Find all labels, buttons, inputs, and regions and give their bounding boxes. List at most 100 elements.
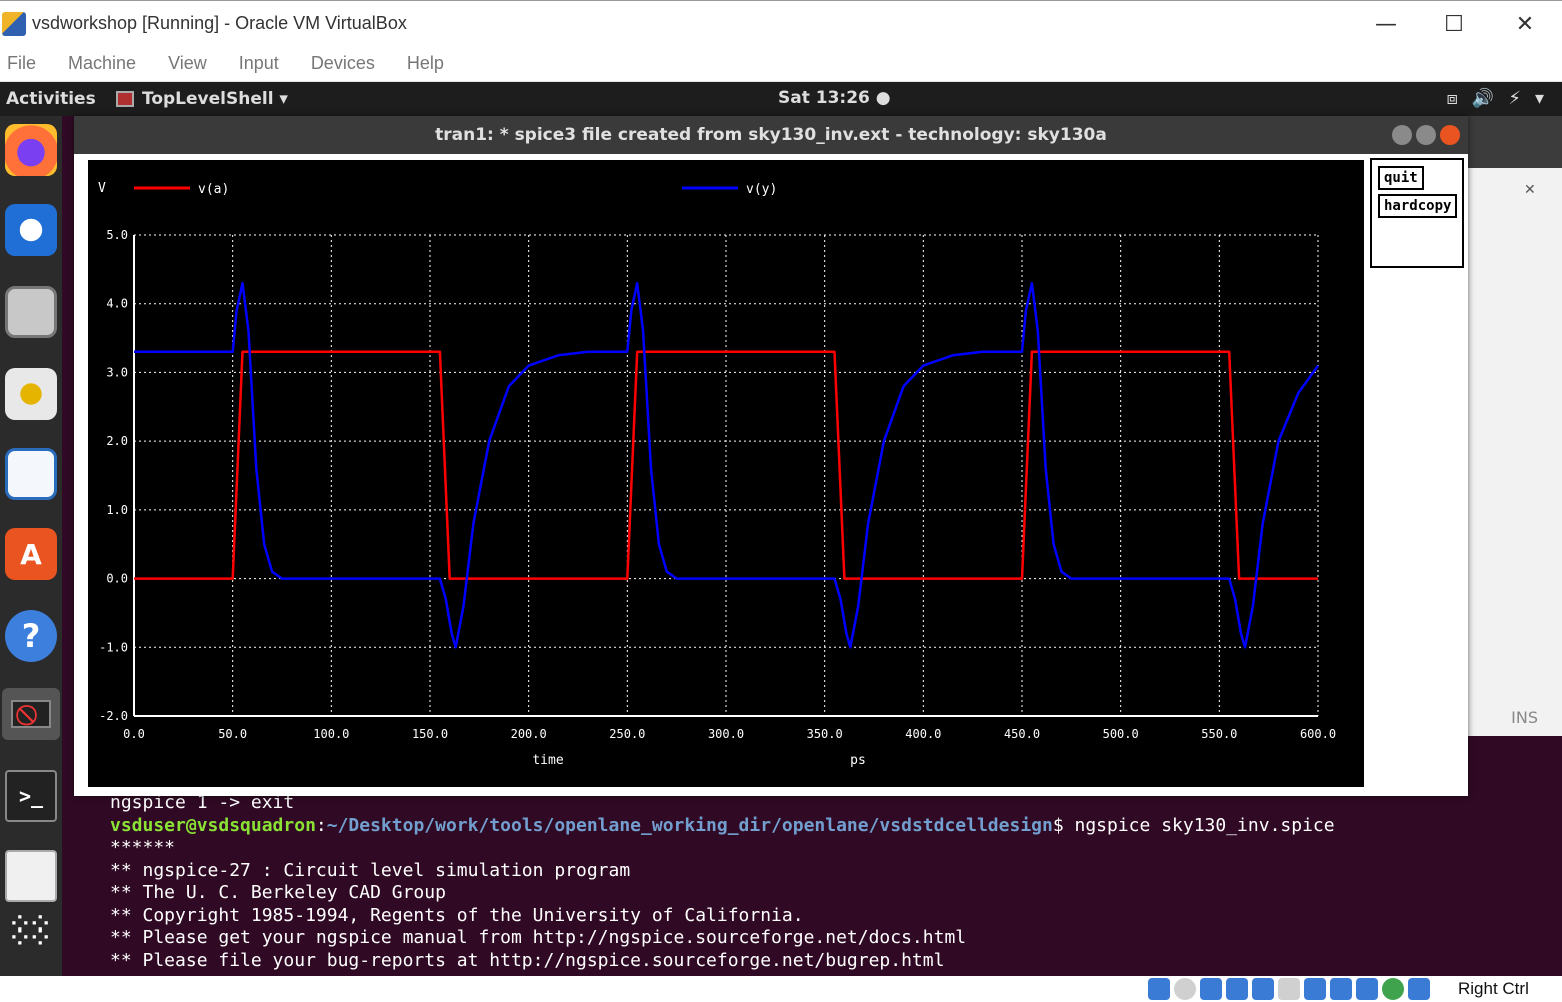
no-entry-icon: ⃠ xyxy=(11,700,51,728)
writer-icon[interactable] xyxy=(5,448,57,500)
help-icon[interactable]: ? xyxy=(5,610,57,662)
terminal-line: ** Please file your bug-reports at http:… xyxy=(110,950,945,971)
x-tick-label: 250.0 xyxy=(609,727,645,741)
app-menu[interactable]: TopLevelShell ▾ xyxy=(116,89,288,109)
terminal-icon[interactable]: >_ xyxy=(5,770,57,822)
x-tick-label: 500.0 xyxy=(1103,727,1139,741)
plot-minimize-button[interactable] xyxy=(1392,125,1412,145)
y-unit-label: V xyxy=(98,181,106,196)
x-tick-label: 0.0 xyxy=(123,727,145,741)
rhythmbox-icon[interactable] xyxy=(5,368,57,420)
y-tick-label: -1.0 xyxy=(99,640,128,654)
background-window: ✕ INS xyxy=(1468,116,1562,736)
prompt-path: ~/Desktop/work/tools/openlane_working_di… xyxy=(326,815,1053,836)
y-tick-label: 4.0 xyxy=(106,297,128,311)
usb-icon[interactable] xyxy=(1252,978,1274,1000)
menu-input[interactable]: Input xyxy=(239,53,279,74)
x-tick-label: 600.0 xyxy=(1300,727,1336,741)
menu-file[interactable]: File xyxy=(7,53,36,74)
status-icons xyxy=(1148,978,1430,1000)
terminal-line: ** The U. C. Berkeley CAD Group xyxy=(110,882,446,903)
prompt-command: $ ngspice sky130_inv.spice xyxy=(1052,815,1335,836)
quit-button[interactable]: quit xyxy=(1378,166,1424,190)
network-adapter-icon[interactable] xyxy=(1226,978,1248,1000)
virtualbox-logo-icon xyxy=(2,11,26,36)
y-tick-label: 2.0 xyxy=(106,434,128,448)
volume-icon: 🔊 xyxy=(1471,88,1495,109)
blocked-app-icon[interactable]: ⃠ xyxy=(2,688,60,740)
text-editor-icon[interactable] xyxy=(5,850,57,902)
close-button[interactable]: ✕ xyxy=(1505,9,1545,39)
menu-view[interactable]: View xyxy=(168,53,207,74)
app-menu-label: TopLevelShell ▾ xyxy=(142,89,288,109)
y-tick-label: 3.0 xyxy=(106,365,128,379)
x-tick-label: 200.0 xyxy=(511,727,547,741)
prompt-user: vsduser@vsdsquadron xyxy=(110,815,316,836)
x-tick-label: 450.0 xyxy=(1004,727,1040,741)
y-tick-label: 1.0 xyxy=(106,503,128,517)
virtualbox-statusbar: Right Ctrl xyxy=(0,976,1562,1002)
video-capture-icon[interactable] xyxy=(1330,978,1352,1000)
dock: A ? ⃠ >_ ⁘⁘⁘⁘ xyxy=(0,116,62,976)
menu-help[interactable]: Help xyxy=(407,53,444,74)
app-window-icon xyxy=(116,91,134,107)
firefox-icon[interactable] xyxy=(5,124,57,176)
y-tick-label: 5.0 xyxy=(106,228,128,242)
terminal-line: ** ngspice-27 : Circuit level simulation… xyxy=(110,860,631,881)
prompt-separator: : xyxy=(315,815,327,836)
terminal-line: ** Copyright 1985-1994, Regents of the U… xyxy=(110,905,804,926)
transient-plot: 0.0 50.0 100.0 150.0 200.0 250.0 300.0 350.0 400… xyxy=(98,181,1336,768)
menu-machine[interactable]: Machine xyxy=(68,53,136,74)
plot-canvas[interactable]: 0.0 50.0 100.0 150.0 200.0 250.0 300.0 350.0 400… xyxy=(88,160,1364,787)
host-key-label: Right Ctrl xyxy=(1458,979,1529,998)
shared-folders-icon[interactable] xyxy=(1278,978,1300,1000)
y-tick-label: 0.0 xyxy=(106,572,128,586)
legend-label: v(y) xyxy=(746,182,777,197)
virtualbox-titlebar: vsdworkshop [Running] - Oracle VM Virtua… xyxy=(0,0,1562,46)
plot-window-titlebar[interactable]: tran1: * spice3 file created from sky130… xyxy=(74,116,1468,154)
x-tick-label: 550.0 xyxy=(1201,727,1237,741)
software-icon[interactable]: A xyxy=(5,528,57,580)
x-unit-label: ps xyxy=(850,753,866,768)
x-tick-label: 400.0 xyxy=(905,727,941,741)
x-tick-label: 350.0 xyxy=(807,727,843,741)
app-grid-icon[interactable]: ⁘⁘ ⁘⁘ xyxy=(5,906,57,958)
terminal-line: ****** xyxy=(110,837,176,858)
maximize-button[interactable]: ☐ xyxy=(1434,9,1474,39)
legend-label: v(a) xyxy=(198,182,229,197)
hardcopy-button[interactable]: hardcopy xyxy=(1378,194,1458,218)
plot-window-title: tran1: * spice3 file created from sky130… xyxy=(435,125,1107,145)
virtualbox-menubar: File Machine View Input Devices Help xyxy=(0,46,1562,82)
terminal-line: ** Please get your ngspice manual from h… xyxy=(110,927,967,948)
x-tick-label: 100.0 xyxy=(313,727,349,741)
background-close-icon[interactable]: ✕ xyxy=(1524,182,1536,198)
screen: vsdworkshop [Running] - Oracle VM Virtua… xyxy=(0,0,1562,1002)
system-tray[interactable]: ⧈ 🔊 ⚡ ▾ xyxy=(1446,88,1544,109)
guest-additions-icon[interactable] xyxy=(1382,978,1404,1000)
x-tick-label: 300.0 xyxy=(708,727,744,741)
background-window-titlebar xyxy=(1468,116,1562,168)
plot-close-button[interactable] xyxy=(1440,125,1460,145)
minimize-button[interactable]: — xyxy=(1366,9,1406,39)
activities-button[interactable]: Activities xyxy=(6,89,96,109)
files-icon[interactable] xyxy=(5,286,57,338)
menu-devices[interactable]: Devices xyxy=(311,53,375,74)
ngspice-plot-window[interactable]: tran1: * spice3 file created from sky130… xyxy=(74,116,1468,796)
clock[interactable]: Sat 13:26 ● xyxy=(778,88,891,108)
plot-button-panel: quit hardcopy xyxy=(1370,158,1464,268)
y-tick-label: -2.0 xyxy=(99,709,128,723)
terminal-prompt-line: vsduser@vsdsquadron:~/Desktop/work/tools… xyxy=(110,815,1335,836)
optical-drive-icon[interactable] xyxy=(1174,978,1196,1000)
plot-maximize-button[interactable] xyxy=(1416,125,1436,145)
x-axis-label: time xyxy=(532,753,563,768)
display-icon[interactable] xyxy=(1304,978,1326,1000)
hdd-icon[interactable] xyxy=(1148,978,1170,1000)
audio-icon[interactable] xyxy=(1200,978,1222,1000)
host-key-icon[interactable] xyxy=(1408,978,1430,1000)
x-tick-label: 150.0 xyxy=(412,727,448,741)
thunderbird-icon[interactable] xyxy=(5,204,57,256)
x-tick-label: 50.0 xyxy=(218,727,247,741)
network-icon: ⧈ xyxy=(1446,88,1458,109)
insert-mode-indicator: INS xyxy=(1511,708,1538,727)
vm-icon[interactable] xyxy=(1356,978,1378,1000)
